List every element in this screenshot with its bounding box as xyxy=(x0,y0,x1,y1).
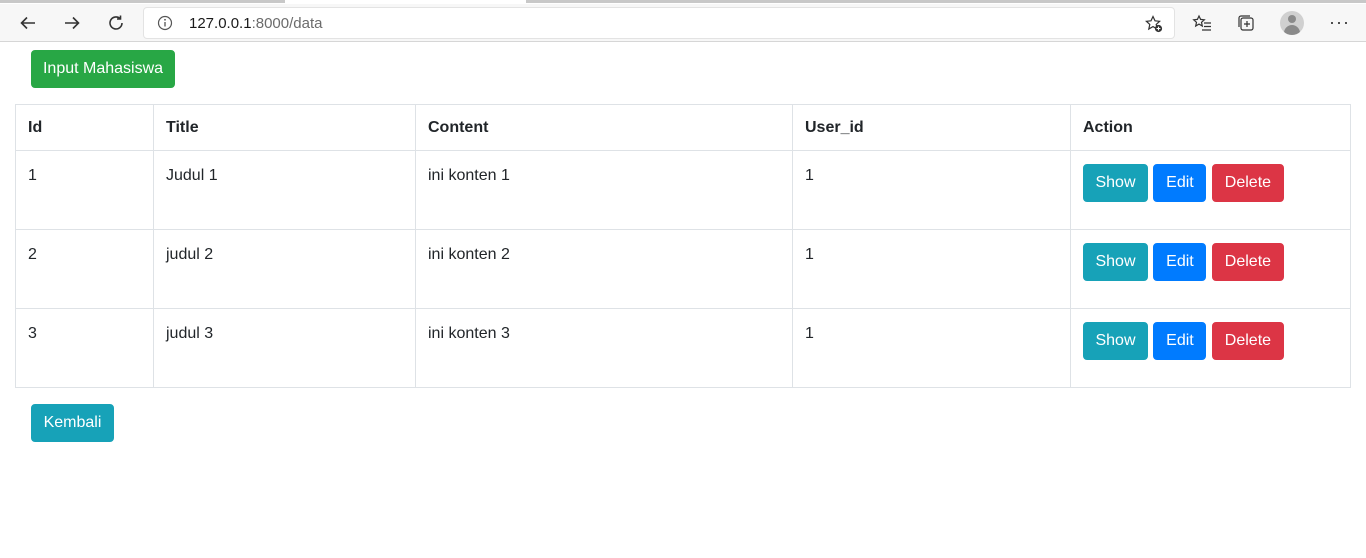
edit-button[interactable]: Edit xyxy=(1153,243,1207,281)
cell-user-id: 1 xyxy=(792,229,1071,309)
cell-content: ini konten 3 xyxy=(415,308,793,388)
more-menu-icon[interactable]: ··· xyxy=(1329,12,1350,33)
profile-avatar[interactable] xyxy=(1280,11,1304,35)
edit-button[interactable]: Edit xyxy=(1153,164,1207,202)
cell-user-id: 1 xyxy=(792,308,1071,388)
cell-actions: Show Edit Delete xyxy=(1070,229,1351,309)
cell-title: judul 2 xyxy=(153,229,416,309)
cell-id: 1 xyxy=(15,150,154,230)
delete-button[interactable]: Delete xyxy=(1211,322,1284,360)
back-arrow-icon[interactable] xyxy=(14,10,42,36)
cell-user-id: 1 xyxy=(792,150,1071,230)
cell-id: 2 xyxy=(15,229,154,309)
forward-arrow-icon[interactable] xyxy=(58,10,86,36)
input-mahasiswa-button[interactable]: Input Mahasiswa xyxy=(31,50,175,88)
add-favorite-icon[interactable] xyxy=(1144,14,1164,34)
table-row: 2 judul 2 ini konten 2 1 Show Edit Delet… xyxy=(15,229,1351,309)
avatar-body xyxy=(1284,25,1300,35)
cell-id: 3 xyxy=(15,308,154,388)
url-path: :8000/data xyxy=(251,15,323,32)
show-button[interactable]: Show xyxy=(1083,322,1148,360)
header-title: Title xyxy=(153,104,416,151)
cell-title: Judul 1 xyxy=(153,150,416,230)
tab-strip-rest xyxy=(526,0,1366,3)
header-action: Action xyxy=(1070,104,1351,151)
site-info-icon[interactable] xyxy=(157,15,173,31)
table-header-row: Id Title Content User_id Action xyxy=(15,104,1351,151)
url-text[interactable]: 127.0.0.1:8000/data xyxy=(189,15,322,33)
header-content: Content xyxy=(415,104,793,151)
kembali-button[interactable]: Kembali xyxy=(31,404,114,442)
header-id: Id xyxy=(15,104,154,151)
show-button[interactable]: Show xyxy=(1083,164,1148,202)
url-host: 127.0.0.1 xyxy=(189,15,252,32)
show-button[interactable]: Show xyxy=(1083,243,1148,281)
cell-actions: Show Edit Delete xyxy=(1070,150,1351,230)
browser-toolbar: 127.0.0.1:8000/data ··· xyxy=(0,4,1366,42)
table-row: 3 judul 3 ini konten 3 1 Show Edit Delet… xyxy=(15,308,1351,388)
address-bar[interactable]: 127.0.0.1:8000/data xyxy=(143,7,1175,39)
edit-button[interactable]: Edit xyxy=(1153,322,1207,360)
collections-icon[interactable] xyxy=(1236,13,1256,33)
cell-content: ini konten 2 xyxy=(415,229,793,309)
delete-button[interactable]: Delete xyxy=(1211,164,1284,202)
avatar-head xyxy=(1288,15,1296,23)
delete-button[interactable]: Delete xyxy=(1211,243,1284,281)
header-user-id: User_id xyxy=(792,104,1071,151)
cell-title: judul 3 xyxy=(153,308,416,388)
table-row: 1 Judul 1 ini konten 1 1 Show Edit Delet… xyxy=(15,150,1351,230)
favorites-icon[interactable] xyxy=(1192,13,1212,33)
data-table: Id Title Content User_id Action 1 Judul … xyxy=(15,104,1351,388)
cell-actions: Show Edit Delete xyxy=(1070,308,1351,388)
refresh-icon[interactable] xyxy=(102,10,130,36)
tab-indicator[interactable] xyxy=(0,0,285,3)
cell-content: ini konten 1 xyxy=(415,150,793,230)
